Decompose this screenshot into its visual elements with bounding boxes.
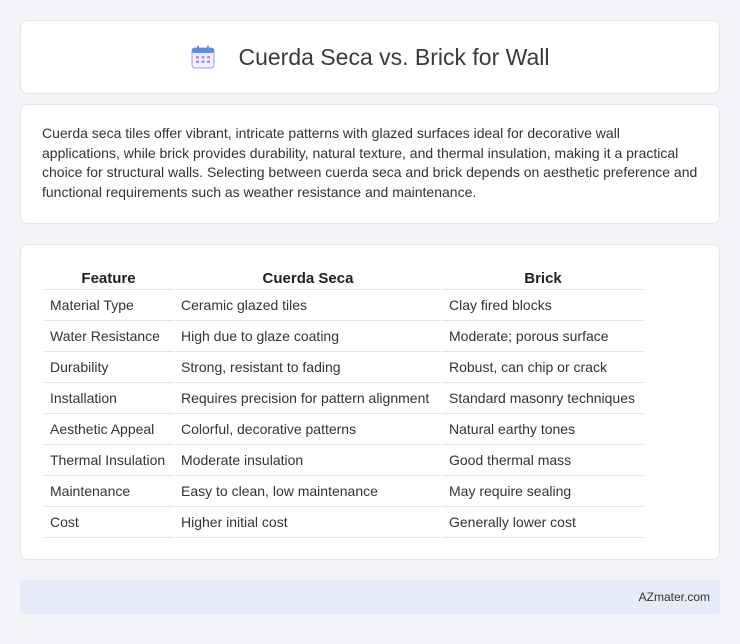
cuerda-seca-cell: Ceramic glazed tiles — [175, 290, 441, 321]
table-row: Cost Higher initial cost Generally lower… — [44, 507, 643, 538]
brick-cell: Moderate; porous surface — [443, 321, 643, 352]
cuerda-seca-cell: Colorful, decorative patterns — [175, 414, 441, 445]
feature-cell: Maintenance — [44, 476, 173, 507]
feature-cell: Durability — [44, 352, 173, 383]
cuerda-seca-cell: Easy to clean, low maintenance — [175, 476, 441, 507]
table-row: Aesthetic Appeal Colorful, decorative pa… — [44, 414, 643, 445]
brick-cell: Standard masonry techniques — [443, 383, 643, 414]
brick-cell: May require sealing — [443, 476, 643, 507]
table-row: Material Type Ceramic glazed tiles Clay … — [44, 290, 643, 321]
comparison-table: Feature Cuerda Seca Brick Material Type … — [42, 266, 645, 538]
cuerda-seca-cell: Moderate insulation — [175, 445, 441, 476]
intro-paragraph: Cuerda seca tiles offer vibrant, intrica… — [42, 125, 698, 200]
feature-cell: Aesthetic Appeal — [44, 414, 173, 445]
header-cuerda-seca: Cuerda Seca — [175, 266, 441, 290]
header-feature: Feature — [44, 266, 173, 290]
table-header-row: Feature Cuerda Seca Brick — [44, 266, 643, 290]
feature-cell: Thermal Insulation — [44, 445, 173, 476]
cuerda-seca-cell: Requires precision for pattern alignment — [175, 383, 441, 414]
table-row: Maintenance Easy to clean, low maintenan… — [44, 476, 643, 507]
brick-cell: Clay fired blocks — [443, 290, 643, 321]
feature-cell: Installation — [44, 383, 173, 414]
feature-cell: Material Type — [44, 290, 173, 321]
footer-brand: AZmater.com — [638, 590, 710, 604]
table-row: Water Resistance High due to glaze coati… — [44, 321, 643, 352]
brick-cell: Generally lower cost — [443, 507, 643, 538]
intro-card: Cuerda seca tiles offer vibrant, intrica… — [20, 104, 720, 224]
calendar-icon — [190, 44, 216, 70]
brick-cell: Robust, can chip or crack — [443, 352, 643, 383]
feature-cell: Water Resistance — [44, 321, 173, 352]
table-row: Durability Strong, resistant to fading R… — [44, 352, 643, 383]
page-title: Cuerda Seca vs. Brick for Wall — [238, 43, 550, 70]
feature-cell: Cost — [44, 507, 173, 538]
cuerda-seca-cell: Higher initial cost — [175, 507, 441, 538]
brick-cell: Natural earthy tones — [443, 414, 643, 445]
title-card: Cuerda Seca vs. Brick for Wall — [20, 20, 720, 94]
comparison-table-card: Feature Cuerda Seca Brick Material Type … — [20, 244, 720, 560]
brick-cell: Good thermal mass — [443, 445, 643, 476]
table-row: Thermal Insulation Moderate insulation G… — [44, 445, 643, 476]
table-row: Installation Requires precision for patt… — [44, 383, 643, 414]
footer-bar: AZmater.com — [20, 580, 720, 614]
header-brick: Brick — [443, 266, 643, 290]
cuerda-seca-cell: Strong, resistant to fading — [175, 352, 441, 383]
cuerda-seca-cell: High due to glaze coating — [175, 321, 441, 352]
